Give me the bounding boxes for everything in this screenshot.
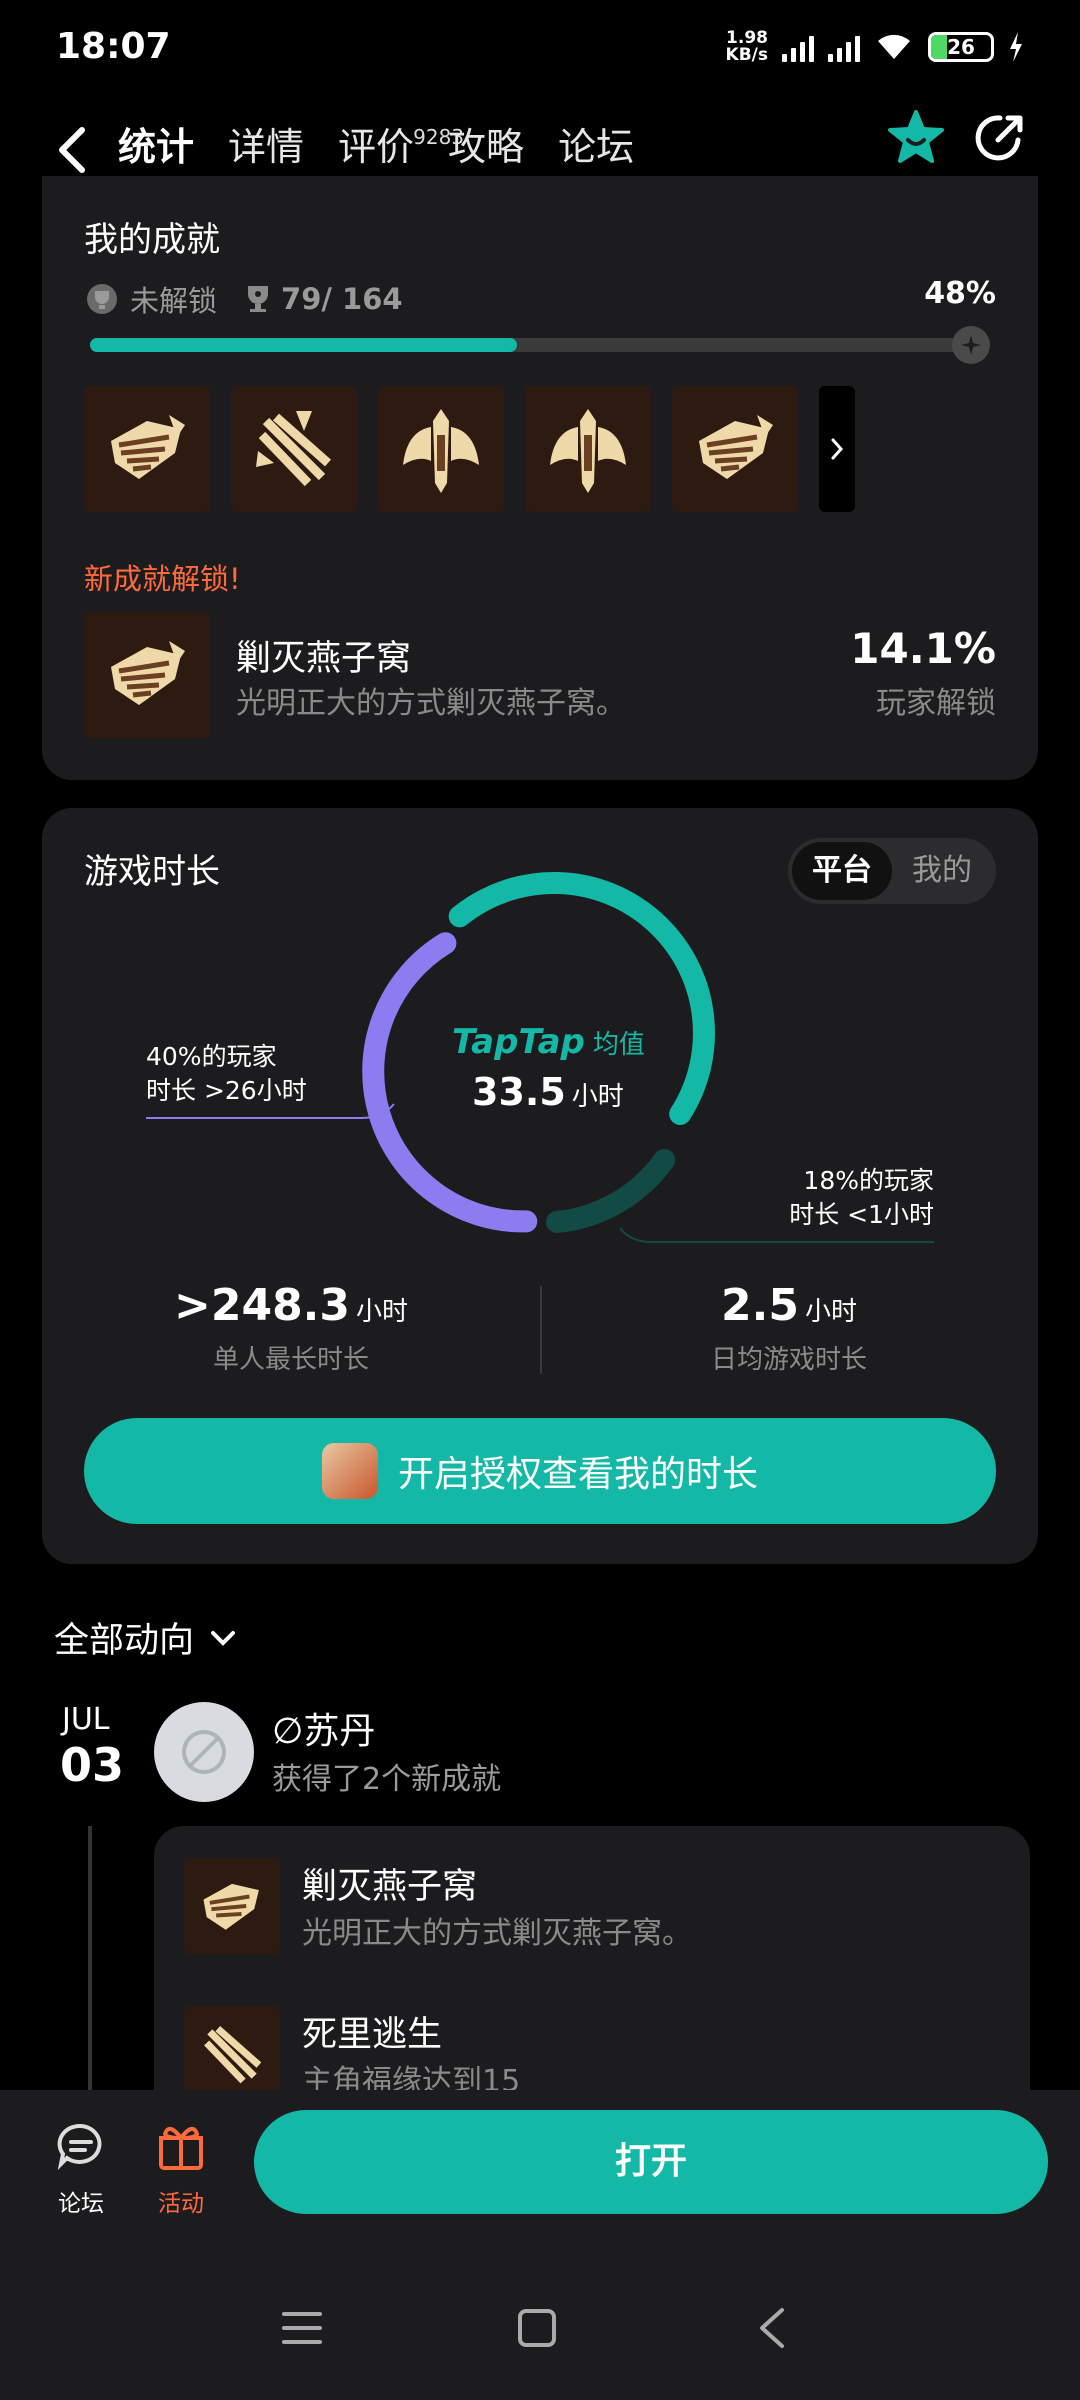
new-achievement-desc: 光明正大的方式剿灭燕子窝。 (236, 686, 626, 721)
bottom-action-bar: 论坛 活动 打开 (0, 2090, 1080, 2400)
feed-achievement-item[interactable]: 剿灭燕子窝 光明正大的方式剿灭燕子窝。 (184, 1858, 984, 1958)
no-avatar-icon (182, 1730, 226, 1774)
network-speed: 1.98 KB/s (725, 28, 768, 65)
achievement-progress-bar (90, 326, 990, 364)
chevron-right-icon (831, 438, 844, 460)
menu-icon[interactable] (282, 2312, 322, 2344)
progress-fill (90, 338, 518, 352)
escape-badge-icon (204, 2025, 262, 2084)
average-playtime: 33.5 小时 (472, 1070, 624, 1114)
more-badges-button[interactable] (819, 386, 855, 512)
trophy-locked-icon (87, 284, 117, 314)
short-play-label: 18%的玩家 时长 <1小时 (789, 1166, 934, 1229)
new-unlock-label: 新成就解锁! (84, 562, 241, 596)
achievement-badges (84, 386, 855, 512)
battery-icon: 26 (928, 32, 994, 62)
tab-details[interactable]: 详情 (228, 112, 304, 182)
timeline-line (88, 1826, 92, 2090)
bird-nest-badge-icon (203, 1883, 259, 1930)
winged-sword-badge-icon (403, 409, 479, 493)
wifi-icon (878, 34, 910, 59)
badge-winged-sword[interactable] (378, 386, 504, 512)
taptap-brand: TapTap 均值 (452, 1022, 645, 1062)
back-icon[interactable] (760, 2308, 784, 2348)
bird-nest-badge-icon (111, 641, 185, 705)
feed-date-day: 03 (60, 1738, 125, 1792)
tab-guides[interactable]: 攻略 (448, 112, 524, 182)
share-icon[interactable] (972, 110, 1028, 166)
playtime-card: 游戏时长 平台 我的 TapTap 均值 33.5 小时 40%的玩家 时长 >26小… (42, 808, 1038, 1564)
new-achievement-percent-label: 玩家解锁 (876, 686, 996, 721)
signal-icon (782, 32, 814, 62)
system-nav-bar (282, 2308, 784, 2348)
achievement-count: 79/ 164 (245, 282, 403, 316)
chevron-down-icon (211, 1630, 236, 1646)
tab-reviews[interactable]: 评价 9283 (338, 112, 464, 182)
winged-sword-badge-icon (550, 409, 626, 493)
signal-icon-2 (828, 32, 860, 62)
feed-date-month: JUL (62, 1702, 110, 1737)
status-time: 18:07 (56, 26, 171, 67)
escape-badge-icon (256, 411, 331, 487)
badge-winged-sword-2[interactable] (525, 386, 651, 512)
status-bar: 18:07 1.98 KB/s 26 (0, 0, 1080, 96)
charging-icon (1010, 32, 1022, 62)
progress-end-icon (952, 326, 990, 364)
achievements-card: 我的成就 未解锁 79/ 164 48% 新成就解锁! 剿灭燕子窝 光明正大的方… (42, 176, 1038, 780)
open-game-button[interactable]: 打开 (254, 2110, 1048, 2214)
badge-escape[interactable] (231, 386, 357, 512)
new-achievement-percent: 14.1% (850, 624, 996, 673)
feed-filter-dropdown[interactable]: 全部动向 (54, 1612, 238, 1663)
authorize-playtime-button[interactable]: 开启授权查看我的时长 (84, 1418, 996, 1524)
feed-badge (184, 2006, 280, 2102)
new-achievement-badge (84, 612, 210, 738)
feed-badge (184, 1858, 280, 1954)
tab-stats[interactable]: 统计 (111, 112, 199, 182)
achievements-title: 我的成就 (84, 220, 220, 260)
user-avatar[interactable] (154, 1702, 254, 1802)
donut-arc-dark-teal (546, 1149, 676, 1233)
achievements-meta: 未解锁 79/ 164 (84, 278, 403, 320)
back-arrow-icon[interactable] (50, 118, 94, 182)
tab-forum[interactable]: 论坛 (558, 112, 634, 182)
daily-playtime-stat: 2.5 小时 日均游戏时长 (710, 1280, 867, 1375)
status-icons: 1.98 KB/s 26 (726, 30, 1024, 64)
feed-achievement-card: 剿灭燕子窝 光明正大的方式剿灭燕子窝。 死里逃生 主角福缘达到15 (154, 1826, 1030, 2126)
feed-user-action: 获得了2个新成就 (272, 1762, 502, 1797)
feed-user-name[interactable]: ∅苏丹 (272, 1702, 375, 1754)
game-avatar (321, 1443, 378, 1499)
favorite-star-icon[interactable] (886, 108, 946, 168)
badge-bird-nest-2[interactable] (672, 386, 798, 512)
home-icon[interactable] (518, 2309, 556, 2347)
new-achievement-item[interactable]: 剿灭燕子窝 光明正大的方式剿灭燕子窝。 14.1% 玩家解锁 (84, 612, 996, 740)
achievement-percent: 48% (924, 276, 996, 311)
long-play-label: 40%的玩家 时长 >26小时 (146, 1042, 307, 1105)
locked-label: 未解锁 (130, 284, 218, 318)
tab-bar: 统计 详情 评价 9283 攻略 论坛 (111, 112, 634, 182)
forum-icon (57, 2123, 102, 2171)
bird-nest-badge-icon (699, 415, 773, 479)
max-playtime-stat: >248.3 小时 单人最长时长 (173, 1280, 409, 1375)
forum-button[interactable]: 论坛 (36, 2118, 126, 2218)
badge-bird-nest[interactable] (84, 386, 210, 512)
activity-button[interactable]: 活动 (136, 2118, 226, 2218)
new-achievement-title: 剿灭燕子窝 (236, 639, 412, 679)
bird-nest-badge-icon (111, 415, 185, 479)
gift-icon (159, 2126, 203, 2170)
trophy-icon (248, 286, 269, 312)
